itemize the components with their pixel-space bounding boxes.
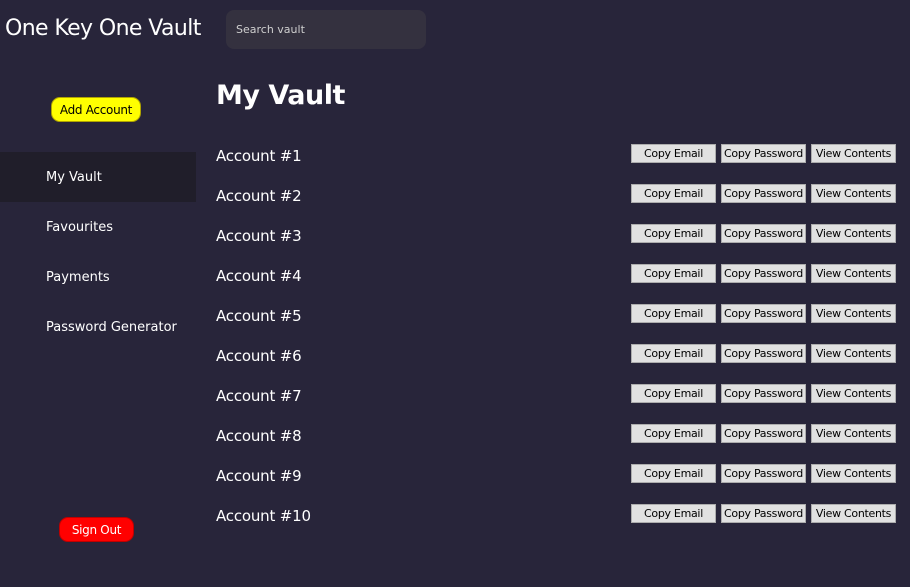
account-row: Account #10 Copy Email Copy Password View C… <box>216 496 898 536</box>
copy-email-button[interactable]: Copy Email <box>631 344 716 363</box>
copy-email-button[interactable]: Copy Email <box>631 224 716 243</box>
copy-email-button[interactable]: Copy Email <box>631 464 716 483</box>
sidebar-item-label: Payments <box>46 269 110 285</box>
copy-email-button[interactable]: Copy Email <box>631 424 716 443</box>
sidebar-item-label: Password Generator <box>46 319 177 335</box>
view-contents-button[interactable]: View Contents <box>811 424 896 443</box>
account-name: Account #2 <box>216 187 302 205</box>
account-row: Account #6 Copy Email Copy Password View Co… <box>216 336 898 376</box>
account-row: Account #7 Copy Email Copy Password View Co… <box>216 376 898 416</box>
copy-password-button[interactable]: Copy Password <box>721 384 806 403</box>
copy-email-button[interactable]: Copy Email <box>631 144 716 163</box>
sidebar-item-label: My Vault <box>46 169 102 185</box>
copy-email-button[interactable]: Copy Email <box>631 384 716 403</box>
account-name: Account #1 <box>216 147 302 165</box>
view-contents-button[interactable]: View Contents <box>811 504 896 523</box>
copy-password-button[interactable]: Copy Password <box>721 504 806 523</box>
view-contents-button[interactable]: View Contents <box>811 344 896 363</box>
view-contents-button[interactable]: View Contents <box>811 224 896 243</box>
copy-password-button[interactable]: Copy Password <box>721 184 806 203</box>
account-actions: Copy Email Copy Password View Contents <box>631 224 896 243</box>
copy-password-button[interactable]: Copy Password <box>721 464 806 483</box>
account-name: Account #5 <box>216 307 302 325</box>
account-row: Account #8 Copy Email Copy Password View Co… <box>216 416 898 456</box>
account-actions: Copy Email Copy Password View Contents <box>631 304 896 323</box>
account-name: Account #9 <box>216 467 302 485</box>
copy-email-button[interactable]: Copy Email <box>631 304 716 323</box>
sidebar-item-my-vault[interactable]: My Vault <box>0 152 196 202</box>
account-row: Account #3 Copy Email Copy Password View Co… <box>216 216 898 256</box>
account-name: Account #3 <box>216 227 302 245</box>
view-contents-button[interactable]: View Contents <box>811 144 896 163</box>
account-actions: Copy Email Copy Password View Contents <box>631 184 896 203</box>
account-row: Account #1 Copy Email Copy Password View Co… <box>216 136 898 176</box>
account-actions: Copy Email Copy Password View Contents <box>631 384 896 403</box>
copy-password-button[interactable]: Copy Password <box>721 264 806 283</box>
copy-password-button[interactable]: Copy Password <box>721 304 806 323</box>
account-name: Account #10 <box>216 507 311 525</box>
account-row: Account #2 Copy Email Copy Password View Co… <box>216 176 898 216</box>
sidebar-item-label: Favourites <box>46 219 113 235</box>
account-actions: Copy Email Copy Password View Contents <box>631 504 896 523</box>
account-actions: Copy Email Copy Password View Contents <box>631 344 896 363</box>
app-title: One Key One Vault <box>5 16 201 41</box>
copy-password-button[interactable]: Copy Password <box>721 144 806 163</box>
sidebar-nav: My Vault Favourites Payments Password Ge… <box>0 152 196 352</box>
account-name: Account #8 <box>216 427 302 445</box>
sidebar-item-favourites[interactable]: Favourites <box>0 202 196 252</box>
copy-email-button[interactable]: Copy Email <box>631 504 716 523</box>
account-actions: Copy Email Copy Password View Contents <box>631 424 896 443</box>
account-row: Account #9 Copy Email Copy Password View Co… <box>216 456 898 496</box>
account-row: Account #5 Copy Email Copy Password View Co… <box>216 296 898 336</box>
search-input[interactable] <box>226 10 426 49</box>
account-name: Account #4 <box>216 267 302 285</box>
sign-out-button[interactable]: Sign Out <box>59 517 134 542</box>
account-list: Account #1 Copy Email Copy Password View Co… <box>216 136 898 536</box>
copy-password-button[interactable]: Copy Password <box>721 344 806 363</box>
view-contents-button[interactable]: View Contents <box>811 264 896 283</box>
copy-password-button[interactable]: Copy Password <box>721 424 806 443</box>
view-contents-button[interactable]: View Contents <box>811 184 896 203</box>
app-window: One Key One Vault Add Account My Vault F… <box>0 0 910 587</box>
view-contents-button[interactable]: View Contents <box>811 304 896 323</box>
sidebar-item-payments[interactable]: Payments <box>0 252 196 302</box>
view-contents-button[interactable]: View Contents <box>811 384 896 403</box>
view-contents-button[interactable]: View Contents <box>811 464 896 483</box>
account-name: Account #6 <box>216 347 302 365</box>
copy-password-button[interactable]: Copy Password <box>721 224 806 243</box>
account-actions: Copy Email Copy Password View Contents <box>631 144 896 163</box>
copy-email-button[interactable]: Copy Email <box>631 264 716 283</box>
account-name: Account #7 <box>216 387 302 405</box>
account-actions: Copy Email Copy Password View Contents <box>631 264 896 283</box>
sidebar-item-password-generator[interactable]: Password Generator <box>0 302 196 352</box>
copy-email-button[interactable]: Copy Email <box>631 184 716 203</box>
page-title: My Vault <box>216 80 345 111</box>
add-account-button[interactable]: Add Account <box>51 97 141 122</box>
account-actions: Copy Email Copy Password View Contents <box>631 464 896 483</box>
account-row: Account #4 Copy Email Copy Password View Co… <box>216 256 898 296</box>
